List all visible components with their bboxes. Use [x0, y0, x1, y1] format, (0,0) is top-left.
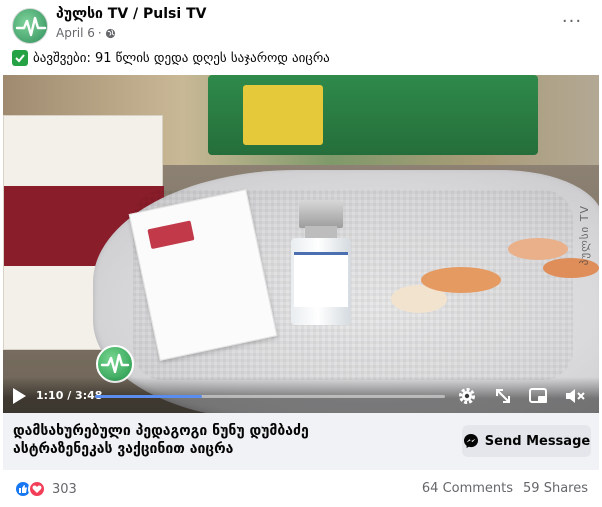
messenger-icon [463, 433, 479, 449]
more-options-icon: ··· [561, 11, 583, 32]
video-title-line-1: დამსახურებული პედაგოგი ნუნუ დუმბაძე [13, 423, 309, 439]
post-caption: ბავშვები: 91 წლის დედა დღეს საჯაროდ აიცრ… [33, 50, 330, 66]
shares-count[interactable]: 59 Shares [523, 481, 588, 496]
play-icon[interactable] [11, 387, 27, 405]
check-icon [12, 50, 28, 66]
love-icon [28, 480, 46, 498]
video-player[interactable]: პულსი TV 1:10 / 3:48 [3, 75, 599, 413]
progress-fill [95, 395, 203, 398]
gear-icon[interactable] [457, 386, 477, 406]
video-frame-pad-logo [147, 220, 195, 250]
video-frame-vaccine-vial [291, 200, 351, 325]
video-frame-box-accent [243, 85, 323, 145]
post-meta: April 6 · [56, 26, 116, 40]
progress-bar[interactable] [95, 395, 445, 398]
comments-count[interactable]: 64 Comments [422, 481, 513, 496]
vial-cap [299, 200, 343, 228]
post-footer: 303 64 Comments 59 Shares [0, 472, 602, 504]
post-text: ბავშვები: 91 წლის დედა დღეს საჯაროდ აიცრ… [12, 49, 330, 67]
call-to-action-bar: დამსახურებული პედაგოგი ნუნუ დუმბაძე ასტრ… [3, 413, 599, 470]
more-options-button[interactable]: ··· [560, 10, 584, 34]
post-header: პულსი TV / Pulsi TV April 6 · ··· ბავშვე… [0, 0, 602, 72]
globe-icon [105, 28, 116, 39]
page-name[interactable]: პულსი TV / Pulsi TV [56, 6, 206, 22]
vial-label [294, 252, 348, 307]
expand-icon[interactable] [493, 386, 513, 406]
send-message-button[interactable]: Send Message [462, 425, 591, 457]
engagement-stats: 64 Comments 59 Shares [422, 481, 588, 496]
reactions-summary[interactable]: 303 [14, 480, 77, 498]
video-time: 1:10 / 3:48 [36, 389, 103, 402]
video-frame-cotton [508, 238, 568, 260]
video-watermark: პულსი TV [578, 205, 591, 266]
video-title[interactable]: დამსახურებული პედაგოგი ნუნუ დუმბაძე ასტრ… [13, 422, 433, 458]
page-avatar[interactable] [12, 8, 48, 44]
video-frame-cotton [421, 267, 501, 293]
video-controls: 1:10 / 3:48 [3, 377, 599, 413]
video-title-line-2: ასტრაზენეკას ვაქცინით აიცრა [13, 441, 234, 457]
picture-in-picture-icon[interactable] [529, 386, 549, 406]
reaction-count: 303 [52, 481, 77, 497]
post-date[interactable]: April 6 [56, 26, 95, 40]
send-message-label: Send Message [484, 433, 591, 449]
muted-volume-icon[interactable] [565, 386, 585, 406]
meta-separator: · [97, 26, 102, 40]
